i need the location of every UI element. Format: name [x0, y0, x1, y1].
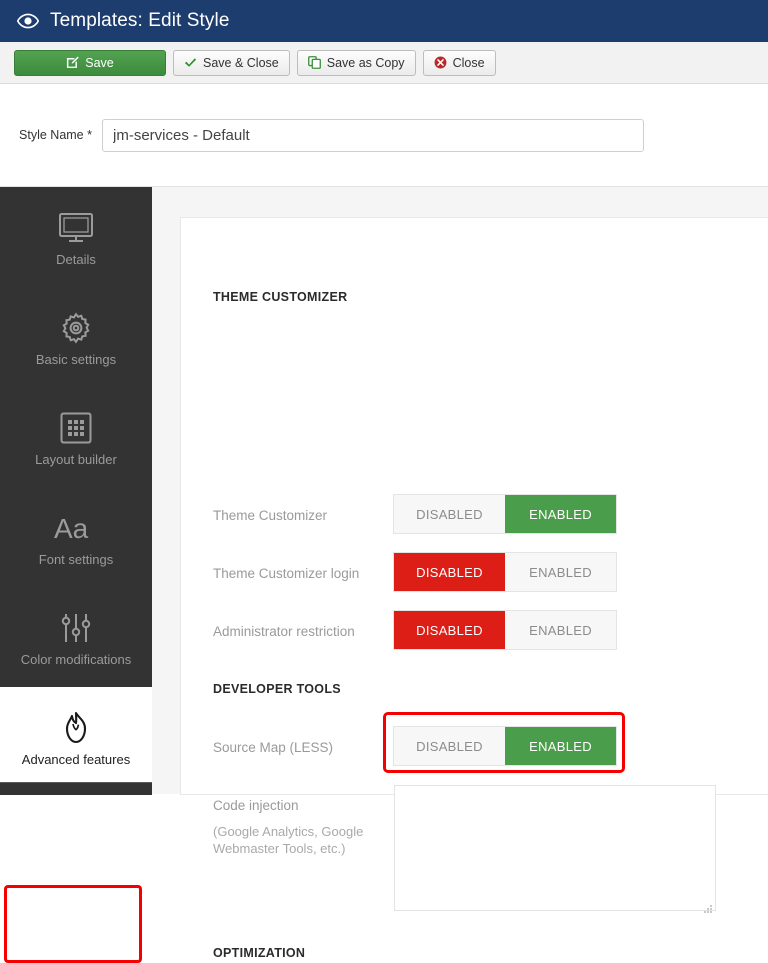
edit-pencil-icon — [66, 56, 79, 69]
gear-icon — [59, 308, 93, 348]
close-button-label: Close — [452, 55, 485, 70]
style-name-label: Style Name * — [0, 128, 102, 142]
toggle-option-disabled[interactable]: DISABLED — [394, 495, 505, 533]
flame-icon — [60, 708, 92, 748]
sidebar-item-label: Details — [56, 251, 96, 267]
eye-icon — [16, 9, 40, 33]
section-title-developer-tools: DEVELOPER TOOLS — [213, 682, 341, 696]
save-as-copy-button[interactable]: Save as Copy — [296, 49, 416, 76]
save-as-copy-label: Save as Copy — [326, 55, 405, 70]
sidebar-item-font-settings[interactable]: Aa Font settings — [0, 487, 152, 587]
sliders-icon — [61, 608, 91, 648]
save-button[interactable]: Save — [14, 49, 166, 76]
code-injection-wrapper — [394, 785, 716, 916]
toggle-option-disabled[interactable]: DISABLED — [394, 553, 505, 591]
field-label-theme-customizer-login: Theme Customizer login — [213, 566, 360, 581]
field-label-administrator-restriction: Administrator restriction — [213, 624, 355, 639]
sidebar-item-advanced-features[interactable]: Advanced features — [0, 687, 152, 787]
monitor-icon — [58, 208, 94, 248]
page-title: Templates: Edit Style — [50, 10, 230, 31]
code-injection-textarea[interactable] — [394, 785, 716, 911]
sidebar-item-layout-builder[interactable]: Layout builder — [0, 387, 152, 487]
toggle-theme-customizer[interactable]: DISABLED ENABLED — [393, 494, 617, 534]
grid-icon — [60, 408, 92, 448]
toggle-option-enabled[interactable]: ENABLED — [505, 495, 616, 533]
sidebar-item-label: Layout builder — [35, 451, 117, 467]
app-header: Templates: Edit Style — [0, 0, 768, 42]
toggle-theme-customizer-login[interactable]: DISABLED ENABLED — [393, 552, 617, 592]
toggle-option-enabled[interactable]: ENABLED — [505, 611, 616, 649]
highlight-annotation-advanced-features — [4, 885, 142, 963]
style-name-row: Style Name * — [0, 84, 768, 186]
close-circle-icon — [434, 56, 447, 69]
copy-icon — [307, 56, 321, 69]
sidebar-item-label: Basic settings — [35, 351, 117, 367]
sidebar-item-label: Font settings — [38, 551, 114, 567]
settings-panel: THEME CUSTOMIZER Theme Customizer DISABL… — [180, 217, 768, 960]
style-name-input[interactable] — [102, 118, 644, 152]
section-title-theme-customizer: THEME CUSTOMIZER — [213, 290, 348, 304]
style-name-label-text: Style Name — [19, 128, 84, 142]
toolbar: Save Save & Close Save as Copy Close — [0, 42, 768, 84]
toggle-option-enabled[interactable]: ENABLED — [505, 553, 616, 591]
toggle-option-disabled[interactable]: DISABLED — [394, 727, 505, 765]
check-icon — [184, 57, 197, 69]
sidebar-item-basic-settings[interactable]: Basic settings — [0, 287, 152, 387]
field-label-source-map: Source Map (LESS) — [213, 740, 334, 755]
svg-text:Aa: Aa — [54, 513, 89, 544]
field-sublabel-code-injection: (Google Analytics, Google Webmaster Tool… — [213, 824, 364, 856]
save-and-close-label: Save & Close — [203, 55, 279, 70]
save-and-close-button[interactable]: Save & Close — [173, 49, 290, 76]
toggle-source-map[interactable]: DISABLED ENABLED — [393, 726, 617, 766]
save-button-label: Save — [85, 55, 114, 70]
sidebar-footer-strip — [0, 782, 152, 794]
sidebar-item-color-modifications[interactable]: Color modifications — [0, 587, 152, 687]
sidebar: Details Basic settings Layout builder Aa… — [0, 187, 152, 795]
toggle-administrator-restriction[interactable]: DISABLED ENABLED — [393, 610, 617, 650]
toggle-option-disabled[interactable]: DISABLED — [394, 611, 505, 649]
field-label-theme-customizer: Theme Customizer — [213, 508, 328, 523]
sidebar-item-label: Color modifications — [20, 651, 132, 667]
section-title-optimization: OPTIMIZATION — [213, 946, 306, 960]
page-body: Details Basic settings Layout builder Aa… — [0, 186, 768, 963]
field-label-code-injection: Code injection — [213, 798, 299, 813]
required-marker: * — [87, 128, 92, 142]
aa-typography-icon: Aa — [54, 508, 98, 548]
sidebar-item-label: Advanced features — [21, 751, 131, 767]
sidebar-item-details[interactable]: Details — [0, 187, 152, 287]
close-button[interactable]: Close — [422, 49, 496, 76]
toggle-option-enabled[interactable]: ENABLED — [505, 727, 616, 765]
